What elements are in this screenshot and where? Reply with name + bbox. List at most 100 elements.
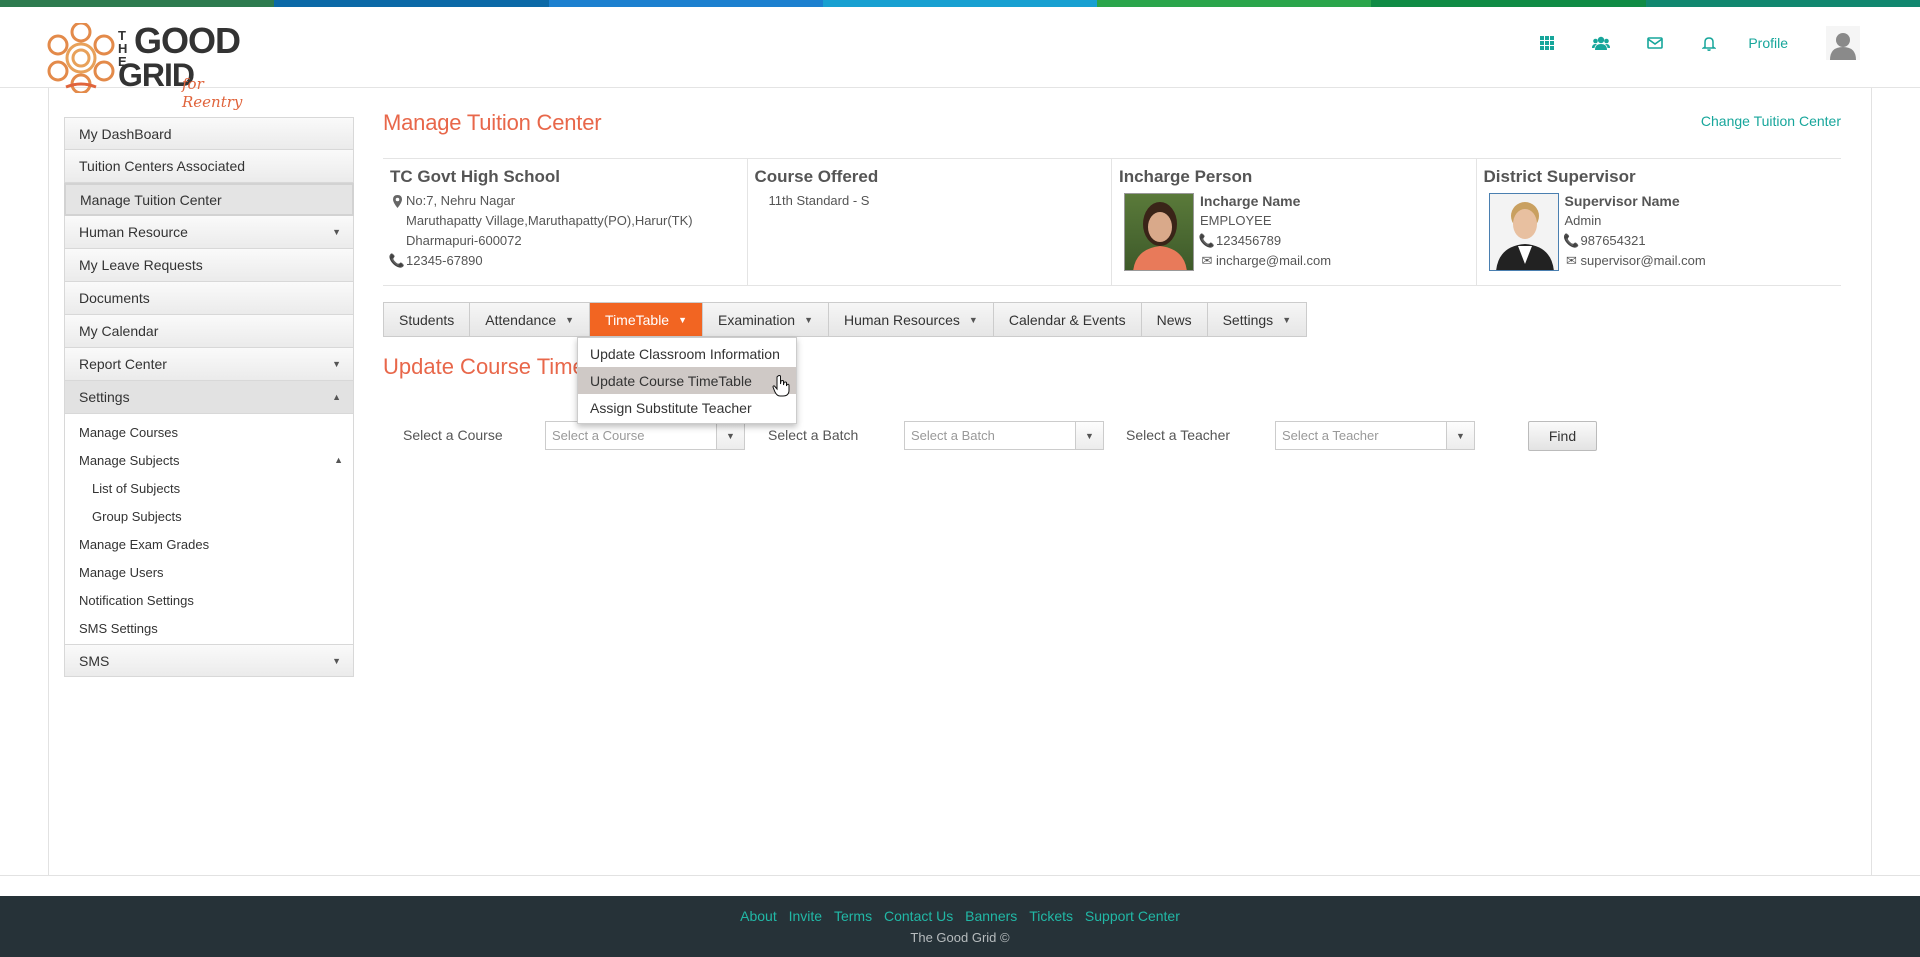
supervisor-name: Supervisor Name: [1564, 193, 1680, 209]
course-value: 11th Standard - S: [768, 193, 870, 208]
menu-item-update-classroom[interactable]: Update Classroom Information: [578, 340, 796, 367]
caret-up-icon: ▲: [334, 455, 343, 465]
district-supervisor: District Supervisor Supervisor Name Admi…: [1477, 159, 1842, 285]
incharge-name: Incharge Name: [1200, 193, 1301, 209]
sidebar-item-settings[interactable]: Settings ▲: [64, 381, 354, 414]
incharge-role: EMPLOYEE: [1200, 213, 1272, 228]
subitem-label: Manage Courses: [79, 424, 178, 440]
footer-link-tickets[interactable]: Tickets: [1029, 908, 1073, 924]
chevron-down-icon: ▼: [1446, 422, 1474, 449]
sidebar-item-report-center[interactable]: Report Center ▼: [64, 348, 354, 381]
sidebar-item-sms[interactable]: SMS ▼: [64, 644, 354, 677]
tab-news[interactable]: News: [1142, 303, 1208, 336]
page-title: Manage Tuition Center: [383, 110, 602, 135]
chevron-down-icon: ▼: [716, 422, 744, 449]
subitem-label: Notification Settings: [79, 592, 194, 608]
sidebar-item-label: SMS: [79, 652, 110, 669]
address-text: No:7, Nehru Nagar: [406, 193, 516, 208]
sidebar-item-leave-requests[interactable]: My Leave Requests: [64, 249, 354, 282]
sidebar-item-manage-tuition-center[interactable]: Manage Tuition Center: [64, 183, 354, 216]
supervisor-photo: [1488, 193, 1559, 271]
sidebar-subitem-notification-settings[interactable]: Notification Settings: [65, 586, 353, 614]
sidebar-subitem-manage-users[interactable]: Manage Users: [65, 558, 353, 586]
supervisor-phone: 📞 987654321: [1563, 231, 1706, 251]
sidebar-subitem-list-of-subjects[interactable]: List of Subjects: [65, 474, 353, 502]
sidebar-item-label: My Calendar: [79, 323, 159, 339]
footer-link-contact[interactable]: Contact Us: [884, 908, 953, 924]
course-select[interactable]: Select a Course ▼: [545, 421, 745, 450]
tab-settings[interactable]: Settings ▼: [1208, 303, 1307, 336]
sidebar-subitem-manage-courses[interactable]: Manage Courses: [65, 418, 353, 446]
find-button[interactable]: Find: [1528, 421, 1597, 451]
phone-icon: 📞: [1563, 233, 1580, 248]
tab-label: Calendar & Events: [1008, 311, 1126, 328]
select-placeholder: Select a Teacher: [1282, 428, 1379, 443]
phone-icon: 📞: [388, 253, 406, 268]
course-select-label: Select a Course: [403, 427, 503, 443]
caret-down-icon: ▼: [332, 655, 341, 666]
supervisor-email: ✉ supervisor@mail.com: [1565, 251, 1706, 271]
sidebar-item-label: Documents: [79, 290, 150, 306]
incharge-photo: [1124, 193, 1194, 271]
subitem-label: SMS Settings: [79, 620, 158, 636]
tab-label: Examination: [718, 311, 796, 328]
sidebar-item-dashboard[interactable]: My DashBoard: [64, 117, 354, 150]
tab-human-resources[interactable]: Human Resources ▼: [829, 303, 994, 336]
tab-calendar-events[interactable]: Calendar & Events: [994, 303, 1142, 336]
tab-timetable[interactable]: TimeTable ▼: [590, 303, 704, 336]
phone-icon: 📞: [1198, 233, 1216, 248]
menu-item-update-course-timetable[interactable]: Update Course TimeTable: [578, 367, 796, 394]
incharge-email: ✉ incharge@mail.com: [1200, 251, 1332, 271]
envelope-icon: ✉: [1566, 253, 1577, 268]
center-info-panel: TC Govt High School No:7, Nehru Nagar Ma…: [383, 158, 1841, 286]
incharge-phone: 📞 123456789: [1198, 231, 1331, 251]
tab-students[interactable]: Students: [384, 303, 471, 336]
sidebar-item-documents[interactable]: Documents: [64, 282, 354, 315]
sidebar-subitem-sms-settings[interactable]: SMS Settings: [65, 614, 353, 642]
tuition-center-tabs: Students Attendance ▼ TimeTable ▼ Examinat…: [383, 302, 1308, 337]
avatar[interactable]: [1826, 26, 1860, 60]
logo[interactable]: THE GOOD GRID for Reentry: [46, 15, 266, 111]
caret-down-icon: ▼: [332, 359, 341, 369]
footer-link-about[interactable]: About: [740, 908, 777, 924]
sidebar-item-calendar[interactable]: My Calendar: [64, 315, 354, 348]
tab-attendance[interactable]: Attendance ▼: [470, 303, 591, 336]
select-placeholder: Select a Batch: [911, 428, 995, 443]
sidebar-item-human-resource[interactable]: Human Resource ▼: [64, 216, 354, 249]
timetable-filter-row: Select a Course Select a Course ▼ Select…: [403, 421, 1703, 451]
bell-icon[interactable]: [1699, 33, 1719, 53]
batch-select[interactable]: Select a Batch ▼: [904, 421, 1104, 450]
phone-text: 123456789: [1216, 233, 1282, 248]
course-offered: Course Offered 11th Standard - S: [748, 159, 1112, 285]
users-icon[interactable]: [1591, 33, 1611, 53]
header-nav: Profile: [1520, 23, 1860, 63]
footer-links: About Invite Terms Contact Us Banners Ti…: [0, 908, 1920, 924]
apps-grid-icon[interactable]: [1537, 33, 1557, 53]
teacher-select[interactable]: Select a Teacher ▼: [1275, 421, 1475, 450]
email-text: incharge@mail.com: [1216, 253, 1332, 268]
sidebar-subitem-group-subjects[interactable]: Group Subjects: [65, 502, 353, 530]
mail-icon[interactable]: [1645, 33, 1665, 53]
select-placeholder: Select a Course: [552, 428, 645, 443]
left-border: [48, 88, 49, 875]
address-line-3: Dharmapuri-600072: [406, 233, 522, 248]
subitem-label: Group Subjects: [92, 508, 182, 524]
sidebar-item-label: Manage Tuition Center: [80, 191, 222, 208]
footer-link-support[interactable]: Support Center: [1085, 908, 1180, 924]
user-avatar-icon: [1830, 33, 1856, 60]
footer-link-banners[interactable]: Banners: [965, 908, 1017, 924]
footer-link-terms[interactable]: Terms: [834, 908, 872, 924]
sidebar-item-tuition-centers[interactable]: Tuition Centers Associated: [64, 150, 354, 183]
change-tuition-center-link[interactable]: Change Tuition Center: [1701, 113, 1841, 129]
caret-down-icon: ▼: [1282, 314, 1292, 325]
tab-label: Attendance: [485, 311, 557, 328]
tab-examination[interactable]: Examination ▼: [703, 303, 829, 336]
caret-up-icon: ▲: [332, 392, 341, 402]
tab-label: Human Resources: [843, 311, 960, 328]
sidebar-subitem-manage-subjects[interactable]: Manage Subjects ▲: [65, 446, 353, 474]
profile-link[interactable]: Profile: [1748, 35, 1788, 51]
menu-item-assign-substitute[interactable]: Assign Substitute Teacher: [578, 394, 796, 421]
footer-link-invite[interactable]: Invite: [789, 908, 822, 924]
tab-label: Students: [399, 311, 455, 328]
sidebar-subitem-exam-grades[interactable]: Manage Exam Grades: [65, 530, 353, 558]
